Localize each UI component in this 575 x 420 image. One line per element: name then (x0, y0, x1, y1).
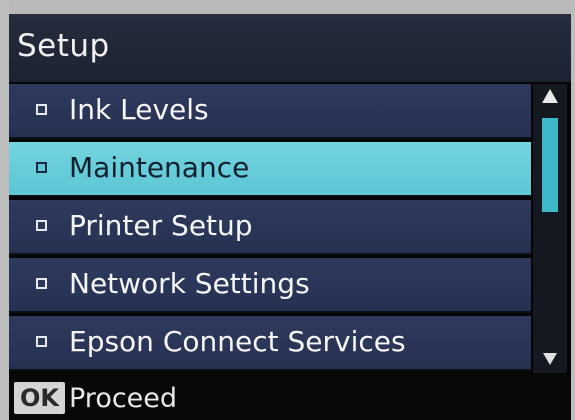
menu-item-maintenance[interactable]: Maintenance (9, 142, 531, 197)
menu-item-label: Epson Connect Services (69, 325, 406, 358)
page-title: Setup (17, 28, 110, 64)
printer-lcd-display: Setup Ink Levels Maintenance Printer Set… (0, 0, 575, 420)
menu-item-ink-levels[interactable]: Ink Levels (9, 84, 531, 139)
menu-item-label: Maintenance (69, 151, 250, 184)
scroll-down-arrow-icon[interactable] (543, 353, 557, 365)
setup-menu: Ink Levels Maintenance Printer Setup Net… (9, 84, 531, 373)
menu-item-epson-connect-services[interactable]: Epson Connect Services (9, 316, 531, 371)
square-bullet-icon (36, 220, 47, 231)
scroll-up-arrow-icon[interactable] (542, 89, 558, 103)
square-bullet-icon (36, 278, 47, 289)
ok-button-icon: OK (14, 382, 65, 414)
footer-hint-bar: OK Proceed (9, 374, 571, 420)
screen-bezel-top (0, 0, 575, 14)
square-bullet-icon (36, 336, 47, 347)
menu-item-label: Ink Levels (69, 93, 209, 126)
screen-bezel-left (0, 0, 9, 420)
title-bar: Setup (9, 14, 571, 82)
screen-bezel-right (571, 0, 575, 420)
scroll-thumb[interactable] (542, 118, 558, 212)
proceed-hint-label: Proceed (69, 383, 178, 414)
menu-scrollbar[interactable] (533, 84, 567, 373)
square-bullet-icon (36, 104, 47, 115)
menu-item-network-settings[interactable]: Network Settings (9, 258, 531, 313)
menu-item-printer-setup[interactable]: Printer Setup (9, 200, 531, 255)
menu-item-label: Printer Setup (69, 209, 253, 242)
square-bullet-icon (36, 162, 47, 173)
lcd-screen: Setup Ink Levels Maintenance Printer Set… (9, 14, 571, 420)
menu-item-label: Network Settings (69, 267, 310, 300)
